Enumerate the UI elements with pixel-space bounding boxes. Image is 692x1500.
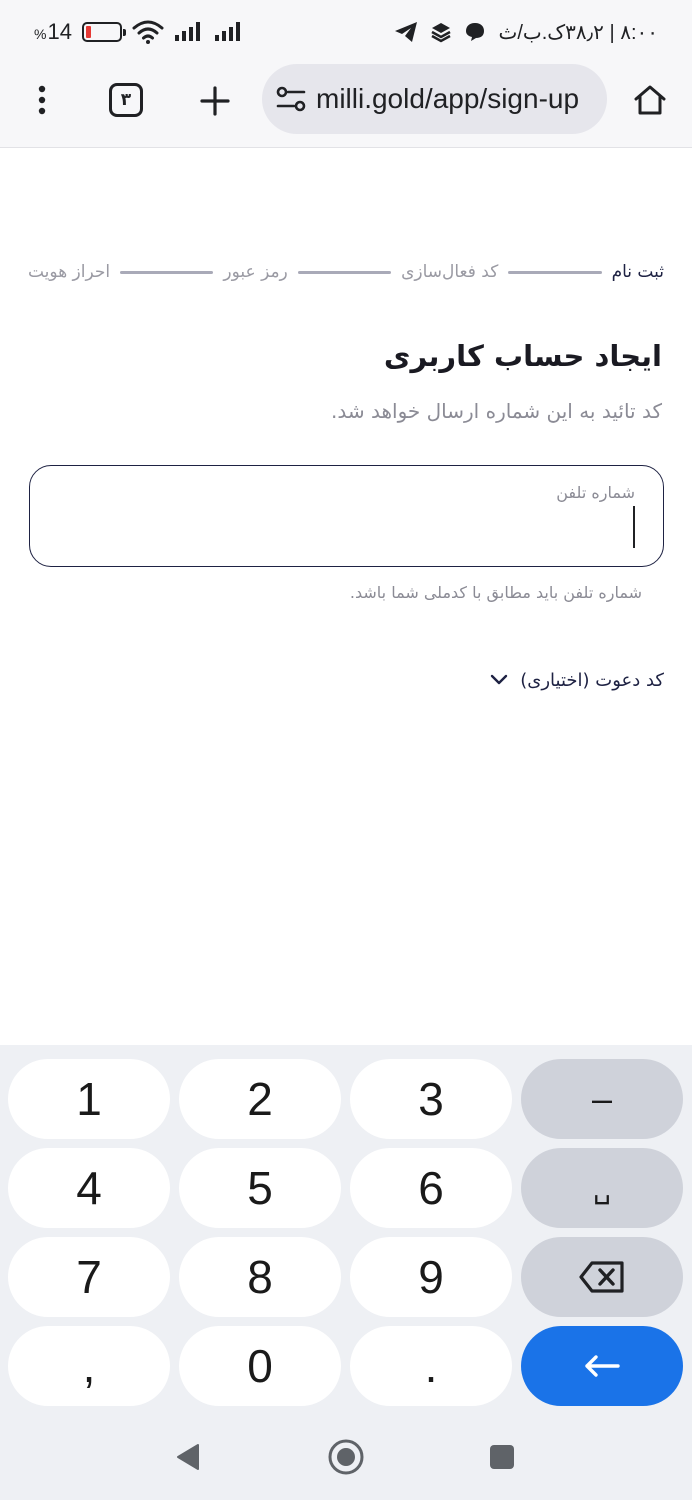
browser-toolbar: ۳ milli.gold/app/sign-up	[0, 62, 692, 148]
plus-icon	[200, 86, 230, 116]
status-right-group: ۸:۰۰ | ۳۸٫۲ک.ب/ث	[394, 18, 658, 46]
chat-bubble-icon	[466, 23, 485, 41]
key-3[interactable]: 3	[350, 1059, 512, 1139]
new-tab-button[interactable]	[196, 82, 234, 120]
tune-icon[interactable]	[274, 82, 308, 116]
step-signup: ثبت نام	[611, 262, 664, 282]
invite-code-toggle[interactable]: کد دعوت (اختیاری)	[490, 665, 664, 695]
key-5[interactable]: 5	[179, 1148, 341, 1228]
key-1[interactable]: 1	[8, 1059, 170, 1139]
nav-back-button[interactable]	[168, 1437, 208, 1477]
step-connector	[297, 270, 392, 274]
key-2[interactable]: 2	[179, 1059, 341, 1139]
home-button[interactable]	[630, 80, 670, 120]
key-0[interactable]: 0	[179, 1326, 341, 1406]
step-connector	[508, 270, 602, 274]
three-dots-vertical-icon	[38, 85, 46, 115]
signal-strength-icon-2	[214, 22, 240, 41]
phone-field-hint: شماره تلفن باید مطابق با کدملی شما باشد.	[349, 583, 642, 602]
key-space[interactable]: ␣	[521, 1148, 683, 1228]
tab-switcher-button[interactable]: ۳	[109, 83, 143, 117]
wifi-icon	[132, 20, 164, 44]
step-connector	[120, 270, 214, 274]
key-4[interactable]: 4	[8, 1148, 170, 1228]
recents-square-icon	[490, 1445, 514, 1469]
signup-stepper: ثبت نام کد فعال‌سازی رمز عبور احراز هویت	[28, 257, 664, 287]
key-period[interactable]: .	[350, 1326, 512, 1406]
key-7[interactable]: 7	[8, 1237, 170, 1317]
status-bar: % 14 ۸:۰۰ | ۳۸٫۲ک.ب/ث	[0, 0, 692, 62]
home-circle-icon	[328, 1439, 364, 1475]
chevron-down-icon	[491, 674, 508, 685]
step-password: رمز عبور	[223, 262, 288, 282]
home-icon	[634, 85, 666, 115]
key-comma[interactable]: ,	[8, 1326, 170, 1406]
battery-percent-sign: %	[34, 26, 47, 42]
layers-icon	[431, 23, 452, 43]
signal-strength-icon	[174, 22, 200, 41]
status-left-group: % 14	[34, 18, 244, 46]
nav-recents-button[interactable]	[482, 1437, 522, 1477]
nav-home-button[interactable]	[326, 1437, 366, 1477]
status-clock: ۸:۰۰ | ۳۸٫۲ک.ب/ث	[498, 21, 658, 44]
key-9[interactable]: 9	[350, 1237, 512, 1317]
system-navigation-bar	[0, 1415, 692, 1500]
signup-page: ثبت نام کد فعال‌سازی رمز عبور احراز هویت…	[0, 149, 692, 1045]
key-minus[interactable]: –	[521, 1059, 683, 1139]
phone-input[interactable]	[56, 504, 637, 552]
browser-menu-button[interactable]	[26, 80, 58, 120]
address-bar[interactable]: milli.gold/app/sign-up	[262, 64, 607, 134]
invite-code-label: کد دعوت (اختیاری)	[520, 669, 664, 691]
step-activation-code: کد فعال‌سازی	[401, 262, 499, 282]
telegram-icon	[395, 22, 418, 42]
key-6[interactable]: 6	[350, 1148, 512, 1228]
battery-level-text: % 14	[34, 19, 72, 45]
page-title: ایجاد حساب کاربری	[383, 339, 662, 373]
key-backspace[interactable]	[521, 1237, 683, 1317]
battery-level: 14	[47, 19, 72, 44]
back-triangle-icon	[177, 1444, 199, 1470]
phone-field-label: شماره تلفن	[556, 483, 635, 502]
key-enter[interactable]	[521, 1326, 683, 1406]
step-identity-verification: احراز هویت	[27, 262, 111, 282]
url-text[interactable]: milli.gold/app/sign-up	[316, 83, 579, 115]
phone-field[interactable]: شماره تلفن	[29, 465, 664, 567]
battery-icon	[81, 22, 126, 42]
page-subtitle: کد تائید به این شماره ارسال خواهد شد.	[331, 399, 662, 423]
numeric-keyboard: 1 2 3 – 4 5 6 ␣ 7 8 9 , 0 .	[0, 1045, 692, 1415]
key-8[interactable]: 8	[179, 1237, 341, 1317]
backspace-icon	[579, 1261, 624, 1293]
text-caret	[633, 506, 635, 548]
arrow-left-icon	[585, 1355, 620, 1377]
